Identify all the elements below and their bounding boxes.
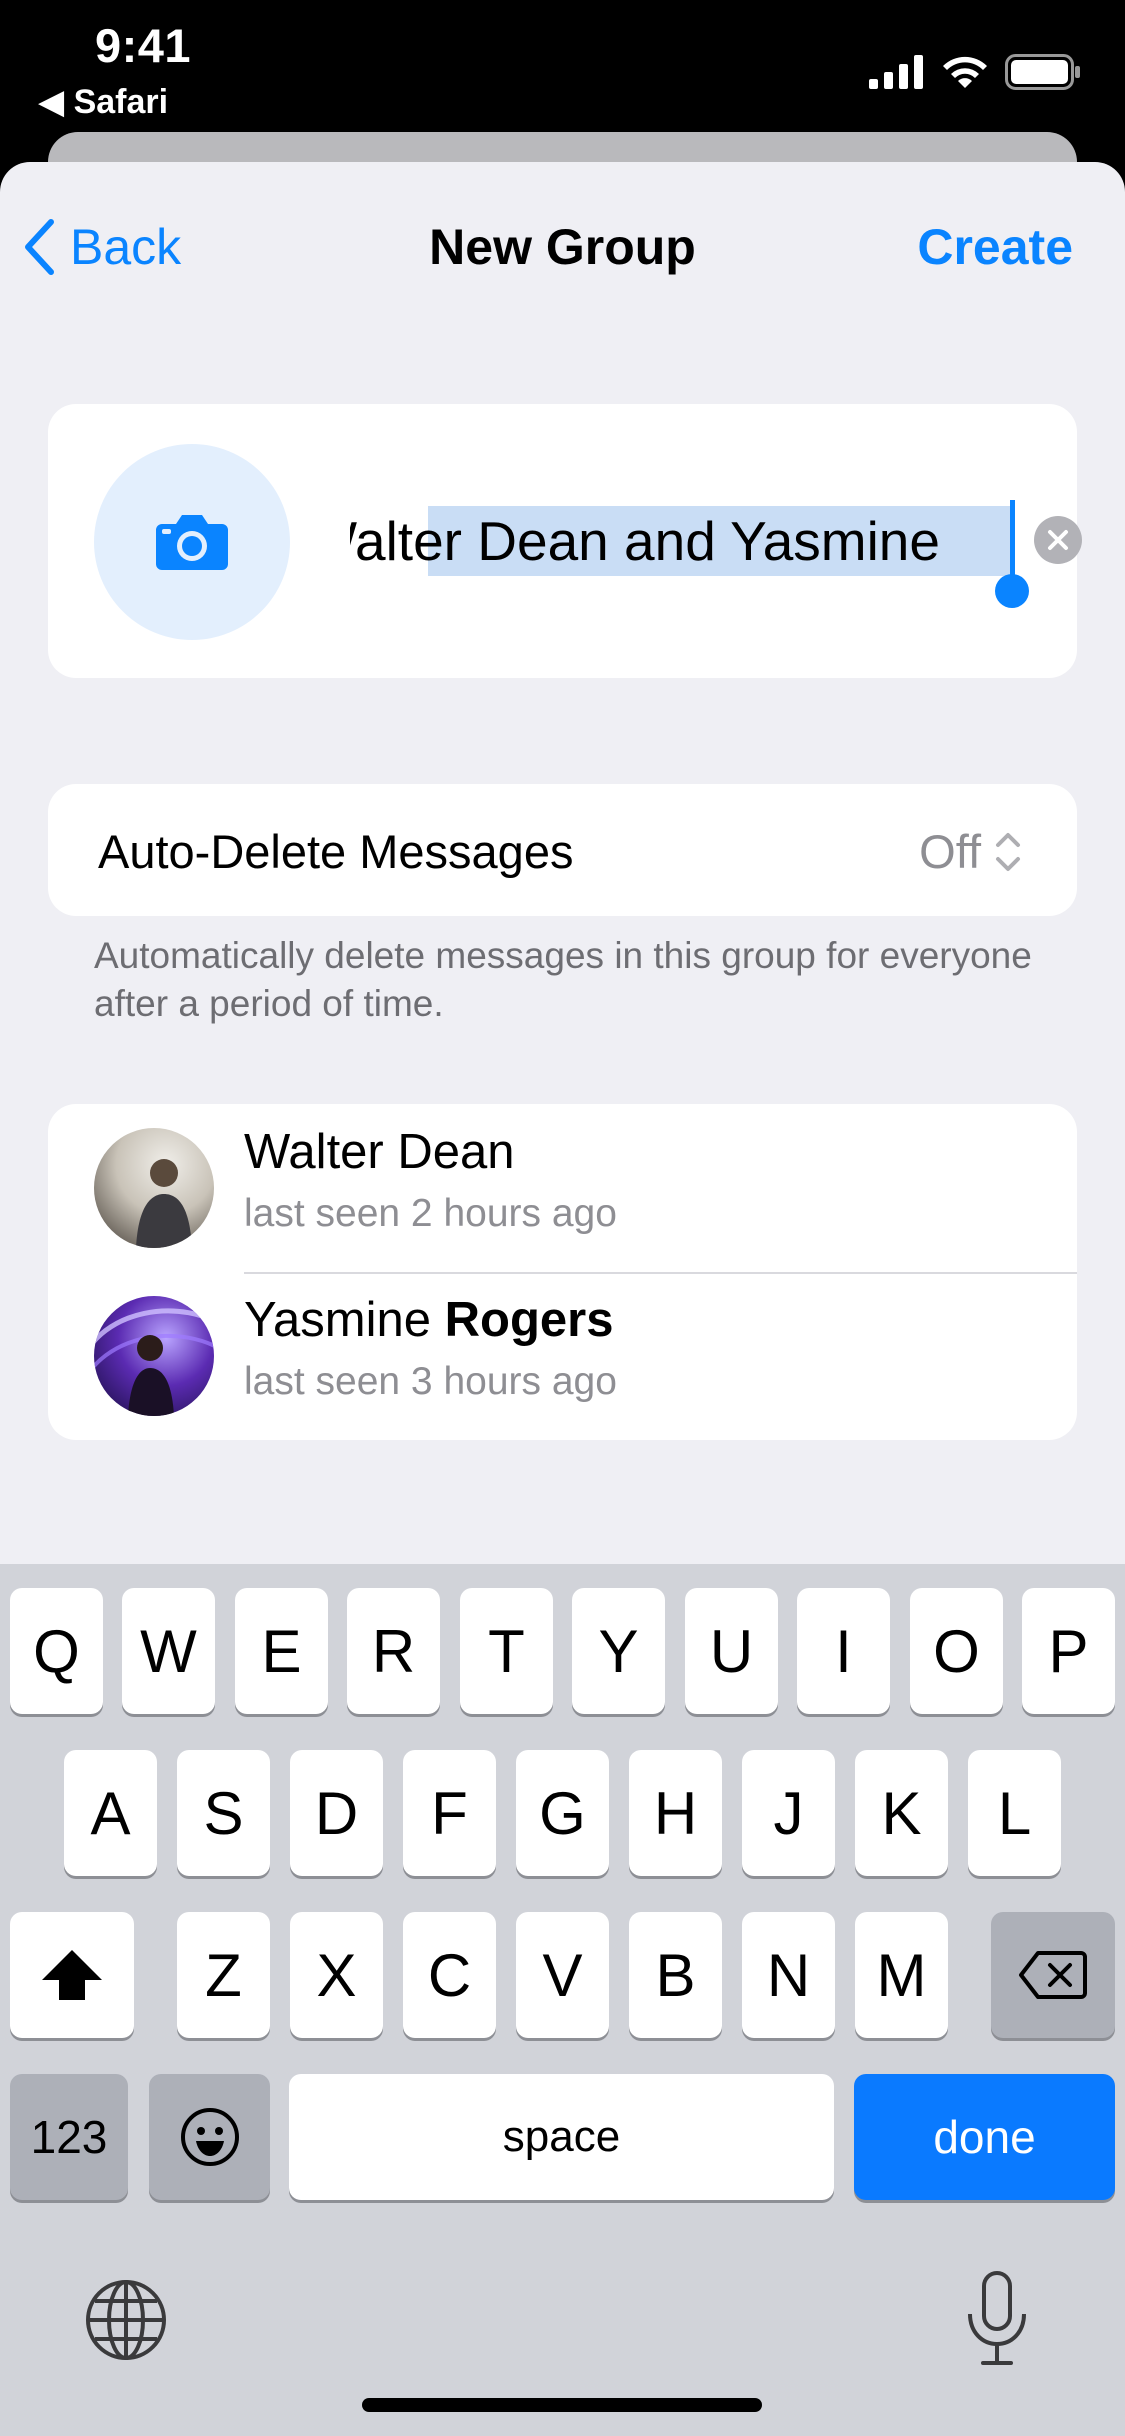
create-button[interactable]: Create — [917, 218, 1073, 276]
key-q[interactable]: Q — [10, 1588, 103, 1714]
member-last-seen: last seen 2 hours ago — [244, 1192, 617, 1235]
space-key[interactable]: space — [289, 2074, 834, 2200]
status-bar: 9:41 ◀ Safari — [0, 0, 1125, 150]
key-h[interactable]: H — [629, 1750, 722, 1876]
keyboard: Q W E R T Y U I O P A S D F G H J K L Z … — [0, 1564, 1125, 2436]
auto-delete-row[interactable]: Auto-Delete Messages Off — [48, 784, 1077, 916]
navigation-bar: Back New Group Create — [0, 162, 1125, 332]
avatar — [94, 1128, 214, 1248]
key-n[interactable]: N — [742, 1912, 835, 2038]
auto-delete-value: Off — [919, 824, 1021, 879]
key-e[interactable]: E — [235, 1588, 328, 1714]
signal-icon — [869, 55, 923, 89]
camera-icon — [156, 515, 228, 570]
key-a[interactable]: A — [64, 1750, 157, 1876]
group-name-text: Walter Dean and Yasmine — [350, 510, 940, 572]
person-photo-icon — [136, 1159, 192, 1248]
key-l[interactable]: L — [968, 1750, 1061, 1876]
key-b[interactable]: B — [629, 1912, 722, 2038]
shift-icon — [42, 1950, 102, 2000]
dictation-button[interactable] — [964, 2270, 1030, 2368]
key-g[interactable]: G — [516, 1750, 609, 1876]
set-photo-button[interactable] — [94, 444, 290, 640]
screen: 9:41 ◀ Safari Back New Group Create Walt… — [0, 0, 1125, 2436]
battery-icon — [1005, 54, 1080, 90]
shift-key[interactable] — [10, 1912, 134, 2038]
key-j[interactable]: J — [742, 1750, 835, 1876]
members-list: Walter Dean last seen 2 hours ago Yasmin… — [48, 1104, 1077, 1440]
back-to-safari-link[interactable]: ◀ Safari — [38, 82, 168, 122]
microphone-icon — [968, 2271, 1026, 2365]
member-name: Walter Dean — [244, 1125, 515, 1179]
status-icons — [869, 52, 1081, 92]
delete-icon — [1019, 1951, 1087, 1999]
key-y[interactable]: Y — [572, 1588, 665, 1714]
key-c[interactable]: C — [403, 1912, 496, 2038]
member-name: Yasmine Rogers — [244, 1293, 614, 1347]
key-s[interactable]: S — [177, 1750, 270, 1876]
status-time: 9:41 — [95, 19, 192, 72]
numbers-key[interactable]: 123 — [10, 2074, 128, 2200]
wifi-icon — [943, 56, 987, 88]
key-u[interactable]: U — [685, 1588, 778, 1714]
person-photo-icon — [94, 1308, 214, 1416]
delete-key[interactable] — [991, 1912, 1115, 2038]
auto-delete-value-text: Off — [919, 825, 981, 878]
home-indicator[interactable] — [362, 2398, 762, 2412]
key-w[interactable]: W — [122, 1588, 215, 1714]
globe-icon — [86, 2280, 166, 2360]
avatar — [94, 1296, 214, 1416]
key-m[interactable]: M — [855, 1912, 948, 2038]
emoji-icon — [180, 2108, 239, 2166]
key-v[interactable]: V — [516, 1912, 609, 2038]
member-row-walter[interactable]: Walter Dean last seen 2 hours ago — [48, 1104, 1077, 1274]
key-r[interactable]: R — [347, 1588, 440, 1714]
key-t[interactable]: T — [460, 1588, 553, 1714]
key-p[interactable]: P — [1022, 1588, 1115, 1714]
group-name-input[interactable]: Walter Dean and Yasmine — [350, 492, 1082, 608]
group-info-card: Walter Dean and Yasmine — [48, 404, 1082, 678]
key-k[interactable]: K — [855, 1750, 948, 1876]
key-x[interactable]: X — [290, 1912, 383, 2038]
emoji-key[interactable] — [149, 2074, 270, 2200]
member-last-seen: last seen 3 hours ago — [244, 1360, 617, 1403]
member-row-yasmine[interactable]: Yasmine Rogers last seen 3 hours ago — [48, 1272, 1077, 1440]
key-i[interactable]: I — [797, 1588, 890, 1714]
selection-handle[interactable] — [995, 574, 1029, 608]
clear-text-button[interactable] — [1034, 516, 1082, 564]
key-d[interactable]: D — [290, 1750, 383, 1876]
auto-delete-label: Auto-Delete Messages — [98, 825, 574, 878]
globe-button[interactable] — [82, 2276, 170, 2364]
auto-delete-footnote: Automatically delete messages in this gr… — [94, 935, 1032, 1024]
done-key[interactable]: done — [854, 2074, 1115, 2200]
clear-icon — [1048, 530, 1068, 550]
updown-chevron-icon — [996, 832, 1020, 871]
key-z[interactable]: Z — [177, 1912, 270, 2038]
key-f[interactable]: F — [403, 1750, 496, 1876]
key-o[interactable]: O — [910, 1588, 1003, 1714]
